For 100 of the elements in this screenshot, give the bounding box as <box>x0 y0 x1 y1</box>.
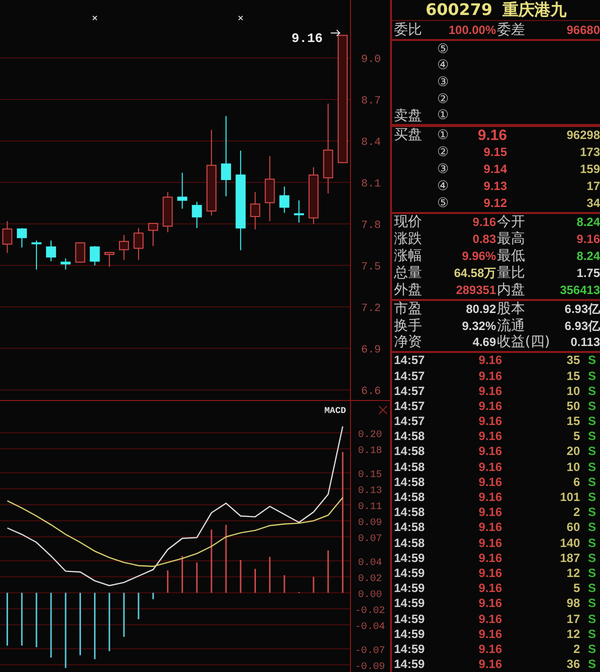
field-label: 股本 <box>496 301 525 318</box>
axis-label: -0.02 <box>355 606 385 617</box>
trade-volume: 5 <box>572 429 580 444</box>
trade-side: S <box>587 550 598 565</box>
chart-title: MACD <box>324 406 346 416</box>
field-label: 今开 <box>496 214 525 230</box>
trade-price: 9.16 <box>478 384 502 398</box>
trade-side: S <box>587 398 598 413</box>
trade-volume: 20 <box>566 444 580 458</box>
bid-price: 9.12 <box>482 196 507 210</box>
axis-label: 7.8 <box>361 220 381 232</box>
field-label: 委比 <box>393 22 423 38</box>
trade-price: 9.16 <box>478 414 502 428</box>
trade-price: 9.16 <box>478 642 502 656</box>
field-label: 涨幅 <box>393 248 423 264</box>
trade-volume: 36 <box>566 657 580 672</box>
axis-label: -0.04 <box>355 622 385 633</box>
candlestick <box>60 258 71 270</box>
bid-volume: 159 <box>578 162 600 176</box>
level-number: ③ <box>436 74 450 90</box>
axis-label: 7.5 <box>361 261 381 274</box>
trade-price: 9.16 <box>478 444 502 458</box>
cross-marker-icon <box>92 16 98 20</box>
trade-time: 14:59 <box>393 612 426 626</box>
field-label: 换手 <box>393 318 423 334</box>
field-value: 8.24 <box>576 215 600 230</box>
field-value: 356413 <box>558 283 600 298</box>
candlestick <box>16 228 27 248</box>
axis-label: 6.9 <box>361 344 381 356</box>
trade-time: 14:59 <box>393 657 426 672</box>
field-label: 收益(四) <box>496 334 550 350</box>
trade-time: 14:58 <box>393 444 426 458</box>
trade-time: 14:57 <box>393 414 426 428</box>
trade-side: S <box>587 536 598 550</box>
trade-volume: 17 <box>566 612 580 626</box>
axis-label: 0.04 <box>358 558 382 569</box>
candlestick <box>308 166 319 224</box>
trade-price: 9.16 <box>478 581 502 596</box>
trade-side: S <box>587 566 598 580</box>
side-label: 买盘 <box>393 127 423 144</box>
trade-side: S <box>587 642 598 656</box>
trade-time: 14:59 <box>393 626 426 641</box>
field-label: 涨跌 <box>393 231 423 248</box>
axis-label: 0.15 <box>358 470 382 481</box>
bid-price: 9.15 <box>482 145 507 160</box>
cross-marker-icon <box>238 16 244 20</box>
field-value: 1.75 <box>576 266 600 280</box>
candlestick <box>104 252 114 268</box>
close-icon[interactable] <box>378 406 388 414</box>
trade-side: S <box>587 596 598 610</box>
trade-price: 9.16 <box>478 520 502 534</box>
trade-price: 9.16 <box>478 612 502 626</box>
level-number: ② <box>436 92 450 107</box>
trade-price: 9.16 <box>478 460 502 474</box>
trade-side: S <box>587 474 598 489</box>
axis-label: 0.02 <box>358 574 382 585</box>
trade-time: 14:58 <box>393 429 426 444</box>
trade-price: 9.16 <box>478 490 502 504</box>
trade-time: 14:57 <box>393 384 426 398</box>
trade-side: S <box>587 581 598 596</box>
candlestick <box>46 240 56 262</box>
field-value: 9.16 <box>576 232 600 246</box>
trade-time: 14:59 <box>393 581 426 596</box>
candlestick <box>2 220 12 254</box>
trade-price: 9.16 <box>478 566 502 580</box>
trade-time: 14:57 <box>393 398 426 413</box>
field-value: 9.16 <box>472 215 496 230</box>
trade-price: 9.16 <box>478 353 502 368</box>
field-value: 100.00% <box>448 23 496 37</box>
bid-volume: 173 <box>578 145 600 160</box>
level-number: ④ <box>436 178 450 194</box>
candlestick <box>264 156 275 222</box>
axis-label: 8.7 <box>361 95 381 108</box>
candlestick <box>90 246 100 266</box>
arrow-icon <box>330 30 340 36</box>
bid-volume: 96298 <box>566 128 600 142</box>
trade-side: S <box>587 368 598 383</box>
trade-time: 14:59 <box>393 550 426 565</box>
trade-side: S <box>587 353 598 368</box>
trade-side: S <box>587 626 598 641</box>
field-label: 最低 <box>496 248 525 264</box>
trade-time: 14:59 <box>393 642 426 656</box>
trade-side: S <box>587 384 598 398</box>
axis-label: 0.11 <box>358 502 382 513</box>
price-label: 9.16 <box>292 31 323 46</box>
trade-price: 9.16 <box>478 550 502 565</box>
trade-time: 14:59 <box>393 566 426 580</box>
axis-label: 0.18 <box>358 446 382 457</box>
trade-time: 14:58 <box>393 505 426 520</box>
trade-price: 9.16 <box>478 429 502 444</box>
trade-time: 14:58 <box>393 536 426 550</box>
trade-time: 14:57 <box>393 368 426 383</box>
trade-volume: 6 <box>572 474 580 489</box>
trade-price: 9.16 <box>478 657 502 672</box>
bid-price: 9.14 <box>482 162 507 176</box>
trade-volume: 2 <box>572 505 580 520</box>
candlestick <box>118 234 129 260</box>
bid-volume: 17 <box>586 179 600 194</box>
trade-volume: 140 <box>558 536 580 550</box>
field-label: 外盘 <box>393 282 423 298</box>
